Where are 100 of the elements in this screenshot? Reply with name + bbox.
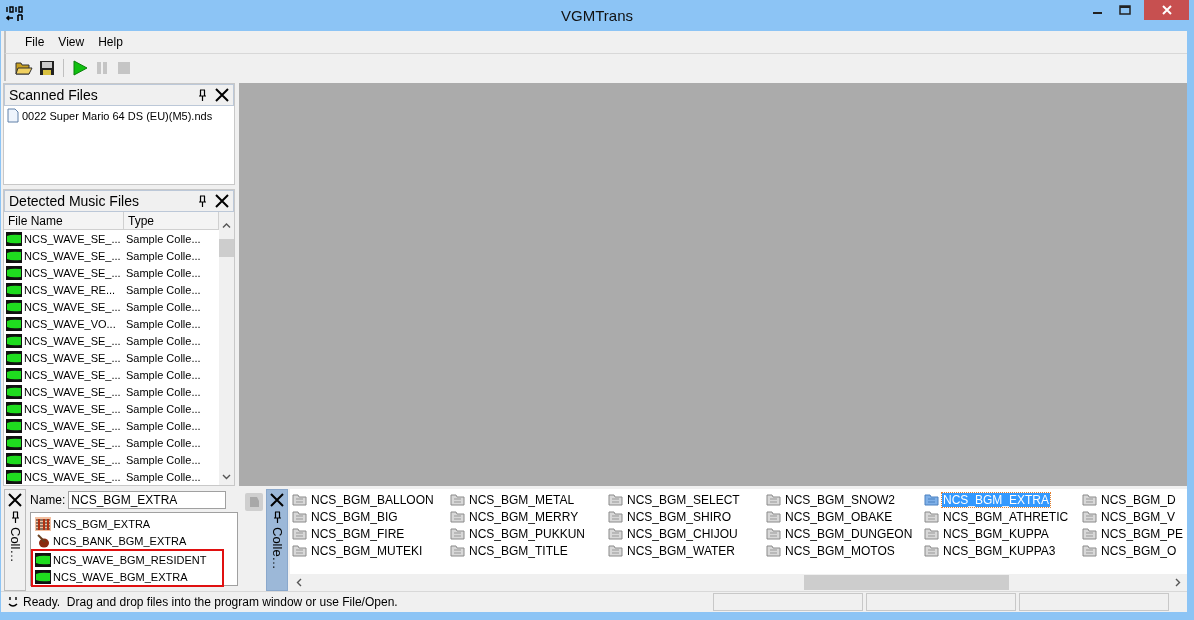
- collection-entry[interactable]: NCS_BGM_KUPPA: [942, 526, 1050, 541]
- name-label: Name:: [30, 493, 66, 507]
- folder-icon: [1082, 493, 1097, 506]
- waveform-icon: [35, 569, 51, 584]
- file-type: Sample Colle...: [125, 351, 201, 364]
- collection-entry[interactable]: NCS_BGM_SNOW2: [784, 492, 897, 507]
- collection-item[interactable]: NCS_BANK_BGM_EXTRA: [31, 532, 224, 549]
- play-button[interactable]: [71, 58, 89, 77]
- collection-entry[interactable]: NCS_BGM_DUNGEON: [784, 526, 914, 541]
- menu-item[interactable]: View: [51, 33, 92, 51]
- close-icon[interactable]: [270, 493, 284, 507]
- collection-entry[interactable]: NCS_BGM_BALLOON: [310, 492, 435, 507]
- file-name[interactable]: NCS_WAVE_SE_...: [24, 419, 121, 432]
- close-button[interactable]: [1144, 0, 1189, 20]
- waveform-icon: [6, 248, 22, 263]
- horizontal-scrollbar[interactable]: [290, 574, 1187, 591]
- collection-entry[interactable]: NCS_BGM_PE: [1100, 526, 1185, 541]
- file-name[interactable]: NCS_WAVE_SE_...: [24, 385, 121, 398]
- score-icon: [35, 516, 51, 531]
- folder-icon: [292, 493, 307, 506]
- waveform-icon: [35, 552, 51, 567]
- close-icon[interactable]: [8, 493, 22, 507]
- folder-icon: [766, 510, 781, 523]
- maximize-icon[interactable]: [1118, 5, 1131, 15]
- collection-entry[interactable]: NCS_BGM_D: [1100, 492, 1177, 507]
- folder-icon: [1082, 527, 1097, 540]
- collection-entry[interactable]: NCS_BGM_FIRE: [310, 526, 406, 541]
- scroll-right-icon[interactable]: [1175, 578, 1181, 587]
- pin-icon[interactable]: [198, 195, 207, 207]
- folder-icon: [1082, 510, 1097, 523]
- scroll-thumb[interactable]: [219, 239, 234, 257]
- waveform-icon: [6, 401, 22, 416]
- collection-entry[interactable]: NCS_BGM_V: [1100, 509, 1177, 524]
- waveform-icon: [6, 282, 22, 297]
- collection-entry[interactable]: NCS_BGM_O: [1100, 543, 1178, 558]
- file-name[interactable]: NCS_WAVE_SE_...: [24, 300, 121, 313]
- collection-entry[interactable]: NCS_BGM_MUTEKI: [310, 543, 424, 558]
- waveform-icon: [6, 231, 22, 246]
- collection-entry[interactable]: NCS_BGM_KUPPA3: [942, 543, 1057, 558]
- collection-entry[interactable]: NCS_BGM_SELECT: [626, 492, 741, 507]
- collection-entry[interactable]: NCS_BGM_BIG: [310, 509, 399, 524]
- collection-entry[interactable]: NCS_BGM_TITLE: [468, 543, 569, 558]
- file-type: Sample Colle...: [125, 300, 201, 313]
- file-name[interactable]: NCS_WAVE_RE...: [24, 283, 116, 296]
- folder-icon: [1082, 544, 1097, 557]
- collection-entry[interactable]: NCS_BGM_SHIRO: [626, 509, 733, 524]
- file-type: Sample Colle...: [125, 283, 201, 296]
- file-name[interactable]: NCS_WAVE_SE_...: [24, 470, 121, 483]
- menu-item[interactable]: Help: [91, 33, 130, 51]
- scrollbar[interactable]: [219, 212, 234, 485]
- collection-entry[interactable]: NCS_BGM_CHIJOU: [626, 526, 739, 541]
- waveform-icon: [6, 452, 22, 467]
- menu-item[interactable]: File: [18, 33, 52, 51]
- close-icon[interactable]: [215, 194, 229, 208]
- collection-item[interactable]: NCS_WAVE_BGM_EXTRA: [31, 568, 224, 587]
- collection-item[interactable]: NCS_BGM_EXTRA: [31, 515, 224, 532]
- file-name[interactable]: NCS_WAVE_SE_...: [24, 453, 121, 466]
- smiley-icon: [7, 596, 19, 608]
- waveform-icon: [6, 418, 22, 433]
- scroll-down-icon[interactable]: [222, 474, 231, 480]
- file-name[interactable]: NCS_WAVE_SE_...: [24, 402, 121, 415]
- collection-entry[interactable]: NCS_BGM_METAL: [468, 492, 576, 507]
- file-name[interactable]: NCS_WAVE_SE_...: [24, 232, 121, 245]
- collection-item[interactable]: NCS_WAVE_BGM_RESIDENT: [31, 549, 224, 568]
- panel-title: Scanned Files: [9, 87, 99, 103]
- scroll-left-icon[interactable]: [296, 578, 302, 587]
- folder-icon: [292, 527, 307, 540]
- collection-entry[interactable]: NCS_BGM_WATER: [626, 543, 736, 558]
- file-name[interactable]: NCS_WAVE_SE_...: [24, 266, 121, 279]
- pin-icon[interactable]: [198, 89, 207, 101]
- save-button[interactable]: [38, 58, 56, 77]
- collection-entry[interactable]: NCS_BGM_PUKKUN: [468, 526, 587, 541]
- name-field[interactable]: NCS_BGM_EXTRA: [68, 491, 227, 509]
- pin-icon[interactable]: [10, 511, 20, 523]
- folder-icon: [924, 510, 939, 523]
- column-header[interactable]: Type: [124, 212, 219, 230]
- file-item[interactable]: 0022 Super Mario 64 DS (EU)(M5).nds: [4, 106, 216, 125]
- collection-entry[interactable]: NCS_BGM_MOTOS: [784, 543, 896, 558]
- collection-entry[interactable]: NCS_BGM_ATHRETIC: [942, 509, 1070, 524]
- waveform-icon: [6, 435, 22, 450]
- collection-entry[interactable]: NCS_BGM_OBAKE: [784, 509, 894, 524]
- scroll-thumb[interactable]: [804, 575, 1009, 590]
- folder-icon: [608, 544, 623, 557]
- status-text: Ready. Drag and drop files into the program window or use File/Open.: [22, 595, 399, 609]
- file-name[interactable]: NCS_WAVE_SE_...: [24, 368, 121, 381]
- file-name[interactable]: NCS_WAVE_SE_...: [24, 334, 121, 347]
- file-type: Sample Colle...: [125, 317, 201, 330]
- panel-title: Detected Music Files: [9, 193, 140, 209]
- file-name[interactable]: NCS_WAVE_VO...: [24, 317, 116, 330]
- folder-icon: [292, 544, 307, 557]
- column-header[interactable]: File Name: [4, 212, 124, 230]
- folder-icon: [766, 527, 781, 540]
- folder-icon: [924, 544, 939, 557]
- pin-icon[interactable]: [272, 511, 282, 523]
- file-name[interactable]: NCS_WAVE_SE_...: [24, 249, 121, 262]
- close-icon[interactable]: [215, 88, 229, 102]
- folder-icon: [608, 510, 623, 523]
- file-name[interactable]: NCS_WAVE_SE_...: [24, 351, 121, 364]
- file-name[interactable]: NCS_WAVE_SE_...: [24, 436, 121, 449]
- collection-entry[interactable]: NCS_BGM_MERRY: [468, 509, 580, 524]
